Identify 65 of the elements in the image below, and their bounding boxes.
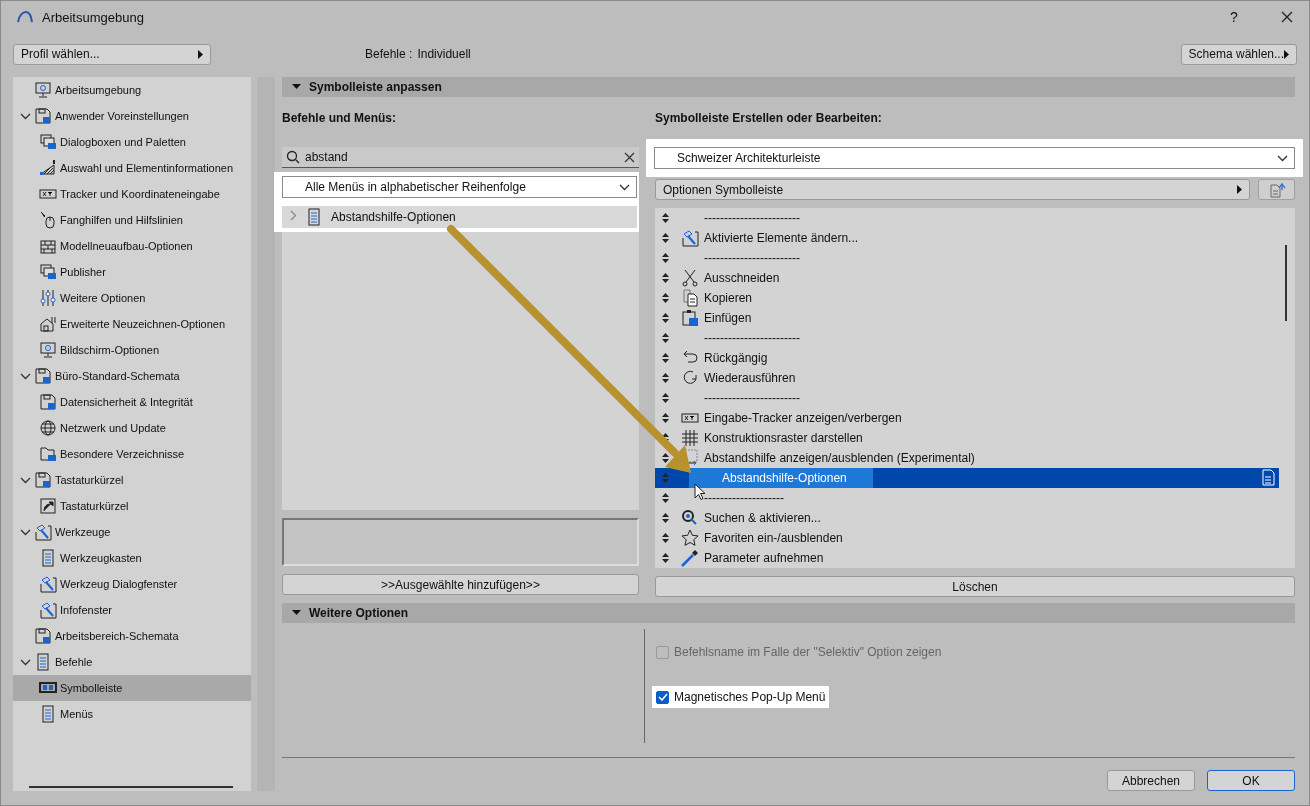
command-item[interactable]: Konstruktionsraster darstellen	[704, 431, 863, 446]
command-item[interactable]: Rückgängig	[704, 351, 768, 366]
command-list-item[interactable]: Abstandshilfe-Optionen	[282, 206, 637, 229]
commands-value: Individuell	[417, 47, 471, 61]
command-item[interactable]: Kopieren	[704, 291, 753, 306]
sidebar-item[interactable]: Publisher	[13, 259, 251, 285]
section-header[interactable]: Symbolleiste anpassen	[282, 77, 1295, 98]
command-item[interactable]: Aktivierte Elemente ändern...	[704, 231, 859, 246]
separator-item[interactable]: --------------------	[704, 491, 784, 506]
separator-item[interactable]: ------------------------	[704, 331, 800, 346]
sidebar-item[interactable]: Besondere Verzeichnisse	[13, 441, 251, 467]
sidebar-item[interactable]: Infofenster	[13, 597, 251, 623]
delete-button[interactable]: Löschen	[655, 576, 1295, 598]
sidebar-item[interactable]: Modellneuaufbau-Optionen	[13, 233, 251, 259]
sidebar-item[interactable]: Dialogboxen und Paletten	[13, 129, 251, 155]
separator-item[interactable]: ------------------------	[704, 211, 800, 226]
sidebar-item[interactable]: Werkzeugkasten	[13, 545, 251, 571]
panel-heading: Symbolleiste Erstellen oder Bearbeiten:	[655, 111, 883, 128]
sidebar-item[interactable]: Werkzeuge	[13, 519, 251, 545]
sidebar-item[interactable]: Büro-Standard-Schemata	[13, 363, 251, 389]
toolbar-dropdown[interactable]: Schweizer Architekturleiste	[654, 147, 1295, 170]
command-item[interactable]: Ausschneiden	[704, 271, 780, 286]
sidebar-item[interactable]: Bildschirm-Optionen	[13, 337, 251, 363]
sidebar-item[interactable]: Tastaturkürzel	[13, 493, 251, 519]
command-item[interactable]: Suchen & aktivieren...	[704, 511, 821, 526]
sidebar-item[interactable]: Fanghilfen und Hilfslinien	[13, 207, 251, 233]
sidebar-item[interactable]: Netzwerk und Update	[13, 415, 251, 441]
dialog-button[interactable]: Abbrechen	[1107, 770, 1195, 791]
toolbar-options-button[interactable]: Optionen Symbolleiste	[655, 179, 1250, 201]
search-input[interactable]: abstand	[305, 150, 619, 165]
sidebar-item[interactable]: Weitere Optionen	[13, 285, 251, 311]
profile-button[interactable]: Profil wählen...	[13, 43, 211, 65]
separator-item[interactable]: ------------------------	[704, 251, 800, 266]
command-item[interactable]: Favoriten ein-/ausblenden	[704, 531, 843, 546]
sidebar-item[interactable]: Arbeitsumgebung	[13, 77, 251, 103]
window-title: Arbeitsumgebung	[42, 9, 145, 25]
sidebar-item[interactable]: Arbeitsbereich-Schemata	[13, 623, 251, 649]
command-item[interactable]: Eingabe-Tracker anzeigen/verbergen	[704, 411, 902, 426]
menu-dropdown[interactable]: Alle Menüs in alphabetischer Reihenfolge	[282, 176, 637, 199]
sidebar-item[interactable]: Werkzeug Dialogfenster	[13, 571, 251, 597]
command-item[interactable]: Parameter aufnehmen	[704, 551, 824, 566]
add-selected-button[interactable]: >>Ausgewählte hinzufügen>>	[282, 574, 639, 596]
sidebar-item[interactable]: Befehle	[13, 649, 251, 675]
schema-button[interactable]: Schema wählen...	[1180, 43, 1297, 65]
selected-row[interactable]: Abstandshilfe-Optionen	[655, 468, 1279, 489]
command-item[interactable]: Wiederausführen	[704, 371, 796, 386]
panel-heading: Befehle und Menüs:	[282, 111, 397, 128]
commands-label: Befehle :	[365, 47, 413, 61]
sidebar-item[interactable]: Erweiterte Neuzeichnen-Optionen	[13, 311, 251, 337]
sidebar-item[interactable]: Tastaturkürzel	[13, 467, 251, 493]
command-item[interactable]: Abstandshilfe anzeigen/ausblenden (Experimental)	[704, 451, 975, 466]
separator-item[interactable]: ------------------------	[704, 391, 800, 406]
sidebar-item[interactable]: Anwender Voreinstellungen	[13, 103, 251, 129]
sidebar-item[interactable]: Tracker und Koordinateneingabe	[13, 181, 251, 207]
sidebar-item[interactable]: Datensicherheit & Integrität	[13, 389, 251, 415]
sidebar-item[interactable]: Symbolleiste	[13, 675, 251, 701]
sidebar-item[interactable]: Auswahl und Elementinformationen	[13, 155, 251, 181]
checkbox-label[interactable]: Magnetisches Pop-Up Menü	[674, 690, 826, 705]
search-field[interactable]: abstand	[282, 147, 639, 169]
sidebar-item[interactable]: Menüs	[13, 701, 251, 727]
help-button[interactable]: ?	[1212, 1, 1256, 33]
drag-preview: Abstandshilfe-Optionen	[689, 468, 873, 489]
section-header[interactable]: Weitere Optionen	[282, 603, 1295, 624]
dialog-button[interactable]: OK	[1207, 770, 1295, 791]
command-item[interactable]: Einfügen	[704, 311, 752, 326]
